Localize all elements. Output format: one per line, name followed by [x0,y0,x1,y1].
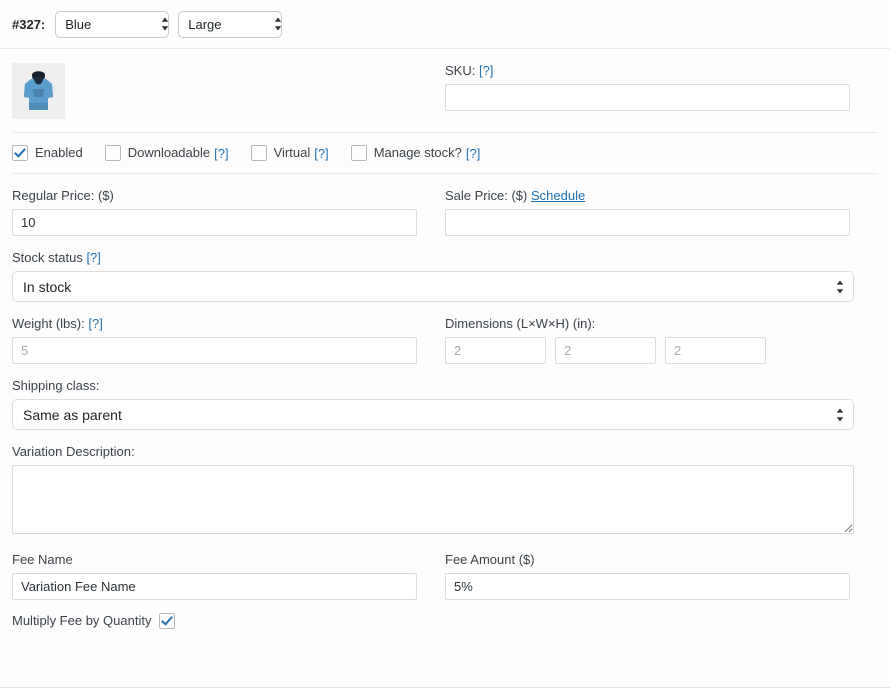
regular-price-column: Regular Price: ($) [12,188,417,236]
fee-amount-input[interactable] [445,573,850,600]
virtual-help-icon[interactable]: [?] [314,146,328,161]
stock-status-label-text: Stock status [12,250,83,265]
variation-panel: #327: Blue Large SKU: [?] Enabled Downlo… [0,0,890,688]
stock-status-select[interactable]: In stock [12,271,854,302]
attribute-color-wrapper: Blue [55,10,178,38]
variation-description-textarea[interactable] [12,465,854,534]
multiply-fee-checkbox[interactable] [159,613,176,629]
variation-description-label: Variation Description: [12,444,135,459]
variation-body: SKU: [?] Enabled Downloadable [?] Virtua… [0,49,890,629]
sku-help-icon[interactable]: [?] [479,63,493,78]
variation-id: #327: [12,16,46,32]
dimensions-inputs [445,337,850,364]
shipping-class-block: Shipping class: Same as parent [12,364,878,430]
weight-help-icon[interactable]: [?] [88,316,102,331]
virtual-checkbox[interactable] [250,145,267,161]
variation-options-checkbox-row: Enabled Downloadable [?] Virtual [?] Man… [12,133,878,173]
attribute-size-wrapper: Large [178,10,291,38]
shipping-class-select[interactable]: Same as parent [12,399,854,430]
stock-status-label: Stock status [?] [12,250,878,266]
fee-name-column: Fee Name [12,552,417,600]
attribute-color-select[interactable]: Blue [55,10,170,38]
shipping-class-label: Shipping class: [12,378,100,393]
image-sku-row: SKU: [?] [12,49,878,132]
stock-status-help-icon[interactable]: [?] [86,250,100,265]
fee-name-input[interactable] [12,573,417,600]
enabled-checkbox-group: Enabled [12,145,83,161]
weight-dimensions-row: Weight (lbs): [?] Dimensions (L×W×H) (in… [12,302,878,364]
sku-input[interactable] [445,84,850,111]
enabled-checkbox[interactable] [12,145,28,161]
variation-description-block: Variation Description: [12,430,878,534]
virtual-checkbox-group: Virtual [?] [250,145,329,161]
downloadable-label: Downloadable [127,145,211,160]
downloadable-checkbox[interactable] [104,145,121,161]
stock-status-block: Stock status [?] In stock [12,236,878,302]
sale-price-column: Sale Price: ($) Schedule [445,188,850,236]
multiply-fee-label: Multiply Fee by Quantity [12,613,152,628]
sku-column: SKU: [?] [445,63,850,119]
fee-amount-label: Fee Amount ($) [445,552,535,567]
variation-header: #327: Blue Large [0,0,890,49]
enabled-label: Enabled [35,145,83,160]
dimension-height-input[interactable] [665,337,766,364]
fee-row: Fee Name Fee Amount ($) [12,534,878,600]
manage-stock-checkbox[interactable] [350,145,367,161]
dimensions-column: Dimensions (L×W×H) (in): [445,316,850,364]
manage-stock-label: Manage stock? [373,145,462,160]
schedule-sale-link[interactable]: Schedule [531,188,585,203]
sku-label-text: SKU: [445,63,476,78]
price-row: Regular Price: ($) Sale Price: ($) Sched… [12,174,878,236]
weight-column: Weight (lbs): [?] [12,316,417,364]
weight-input[interactable] [12,337,417,364]
downloadable-checkbox-group: Downloadable [?] [104,145,229,161]
manage-stock-help-icon[interactable]: [?] [466,146,480,161]
attribute-size-select[interactable]: Large [178,10,283,38]
stock-status-select-wrapper: In stock [12,271,854,302]
sale-price-label-text: Sale Price: ($) [445,188,528,203]
weight-label-text: Weight (lbs): [12,316,85,331]
fee-amount-column: Fee Amount ($) [445,552,850,600]
product-thumbnail-image[interactable] [12,63,65,119]
fee-name-label: Fee Name [12,552,73,567]
downloadable-help-icon[interactable]: [?] [214,146,228,161]
sku-label: SKU: [?] [445,63,850,79]
dimensions-label: Dimensions (L×W×H) (in): [445,316,596,331]
regular-price-label: Regular Price: ($) [12,188,114,203]
dimension-length-input[interactable] [445,337,546,364]
sale-price-input[interactable] [445,209,850,236]
sale-price-label: Sale Price: ($) Schedule [445,188,850,204]
multiply-fee-row: Multiply Fee by Quantity [12,600,878,629]
thumbnail-column [12,63,417,119]
dimension-width-input[interactable] [555,337,656,364]
weight-label: Weight (lbs): [?] [12,316,417,332]
virtual-label: Virtual [273,145,311,160]
manage-stock-checkbox-group: Manage stock? [?] [350,145,480,161]
regular-price-input[interactable] [12,209,417,236]
shipping-class-select-wrapper: Same as parent [12,399,854,430]
